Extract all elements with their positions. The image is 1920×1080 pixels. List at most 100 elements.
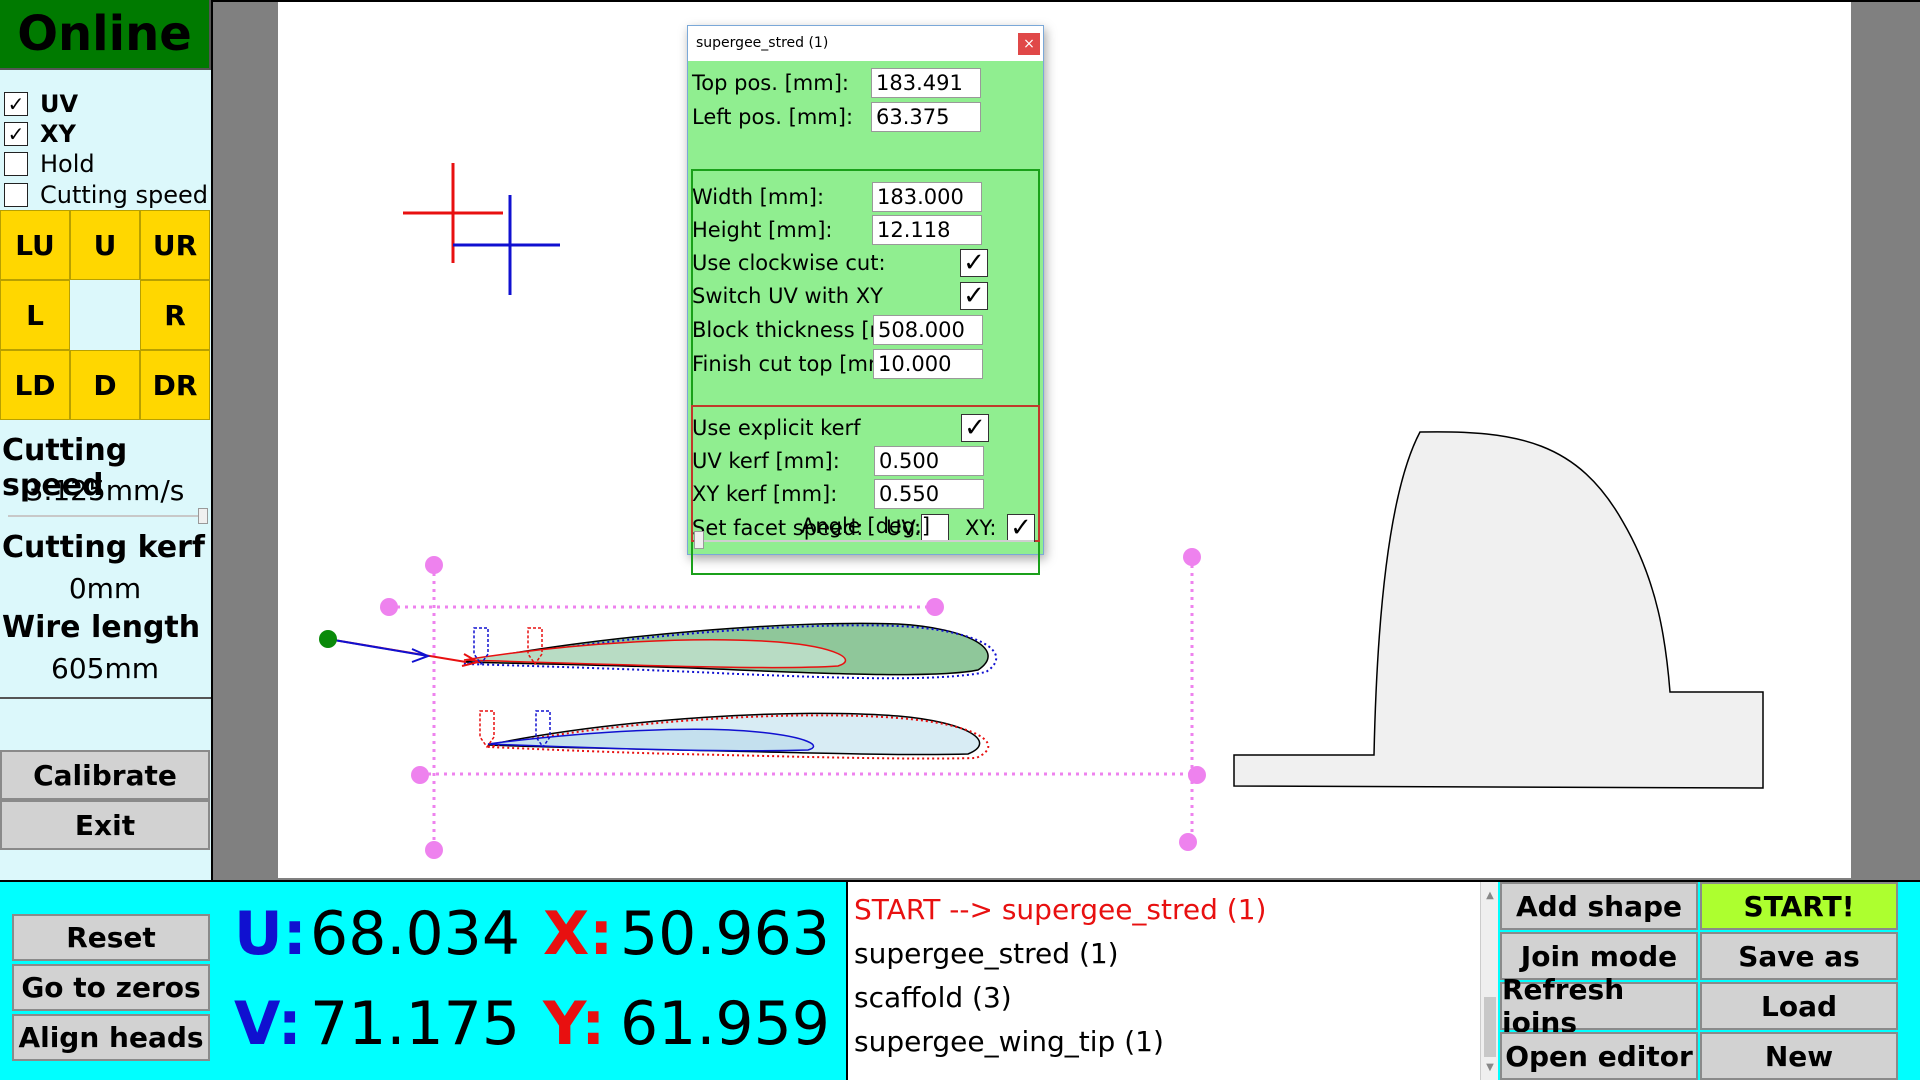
jog-left-up-button[interactable]: LU (0, 210, 70, 280)
uv-toggle-label: UV (40, 90, 79, 118)
entry-markers (473, 627, 551, 749)
cutting-kerf-value: 0mm (68, 572, 142, 605)
list-item[interactable]: scaffold (3) (854, 975, 1474, 1019)
selection-handles[interactable] (380, 548, 1206, 859)
jog-left-button[interactable]: L (0, 280, 70, 350)
u-label: U: (234, 899, 307, 969)
start-button[interactable]: START! (1700, 882, 1898, 930)
jog-right-up-button[interactable]: UR (140, 210, 210, 280)
angle-slider-thumb[interactable] (694, 531, 704, 549)
left-pos-label: Left pos. [mm]: (692, 105, 854, 129)
clockwise-checkbox[interactable]: ✓ (960, 249, 988, 277)
dialog-body: Top pos. [mm]: 183.491 Left pos. [mm]: 6… (688, 61, 1043, 575)
jog-up-button[interactable]: U (70, 210, 140, 280)
cut-sequence-list[interactable]: START --> supergee_stred (1) supergee_st… (848, 880, 1498, 1080)
scaffold-shape[interactable] (1233, 431, 1764, 789)
lead-in-path (327, 638, 481, 667)
position-panel: Reset Go to zeros Align heads U: 68.034 … (0, 880, 848, 1080)
uv-head-marker (403, 163, 503, 263)
go-to-zeros-button[interactable]: Go to zeros (12, 964, 210, 1011)
airfoil-upper[interactable] (463, 622, 998, 680)
jog-right-down-button[interactable]: DR (140, 350, 210, 420)
uv-kerf-label: UV kerf [mm]: (692, 449, 840, 473)
xy-kerf-row: XY kerf [mm]: 0.550 (692, 478, 1038, 510)
speed-slider-thumb[interactable] (198, 508, 208, 524)
width-row: Width [mm]: 183.000 (692, 181, 1038, 213)
align-heads-button[interactable]: Align heads (12, 1014, 210, 1061)
load-button[interactable]: Load (1700, 982, 1898, 1030)
explicit-kerf-row: Use explicit kerf ✓ (692, 412, 1038, 444)
xy-head-marker (453, 195, 560, 295)
uv-checkbox[interactable]: ✓ (4, 92, 28, 116)
finish-cut-top-input[interactable]: 10.000 (873, 349, 983, 379)
top-pos-input[interactable]: 183.491 (871, 68, 981, 98)
cutting-speed-value: 3.125mm/s (25, 474, 185, 507)
speed-slider-track[interactable] (8, 515, 204, 517)
x-label: X: (543, 899, 614, 969)
cutting-kerf-title: Cutting kerf (2, 530, 205, 565)
uv-kerf-row: UV kerf [mm]: 0.500 (692, 445, 1038, 477)
cutting-workspace[interactable] (278, 2, 1851, 878)
cutting-speed-toggle[interactable]: Cutting speed (4, 181, 209, 209)
add-shape-button[interactable]: Add shape (1500, 882, 1698, 930)
xy-checkbox[interactable]: ✓ (4, 122, 28, 146)
selection-box[interactable] (389, 557, 1195, 852)
open-editor-button[interactable]: Open editor (1500, 1032, 1698, 1080)
top-pos-row: Top pos. [mm]: 183.491 (692, 67, 1038, 99)
jog-right-button[interactable]: R (140, 280, 210, 350)
hold-checkbox[interactable] (4, 152, 28, 176)
save-as-button[interactable]: Save as (1700, 932, 1898, 980)
clockwise-row: Use clockwise cut: ✓ (692, 247, 1038, 279)
wire-length-value: 605mm (51, 652, 159, 685)
close-icon[interactable]: × (1018, 33, 1040, 55)
shape-properties-dialog[interactable]: supergee_stred (1) × Top pos. [mm]: 183.… (687, 25, 1044, 575)
v-label: V: (234, 989, 302, 1059)
airfoil-lower[interactable] (487, 712, 990, 760)
y-label: Y: (543, 989, 606, 1059)
new-button[interactable]: New (1700, 1032, 1898, 1080)
x-value: 50.963 (620, 899, 830, 969)
hold-toggle-label: Hold (40, 150, 95, 178)
finish-cut-top-label: Finish cut top [mm]: (692, 352, 904, 376)
xy-kerf-input[interactable]: 0.550 (874, 479, 984, 509)
status-banner: Online (0, 0, 211, 70)
calibrate-button[interactable]: Calibrate (0, 750, 210, 800)
switch-uv-checkbox[interactable]: ✓ (960, 282, 988, 310)
uv-kerf-input[interactable]: 0.500 (874, 446, 984, 476)
left-pos-row: Left pos. [mm]: 63.375 (692, 101, 1038, 133)
refresh-joins-button[interactable]: Refresh joins (1500, 973, 1698, 1039)
angle-slider-track[interactable] (696, 540, 1034, 542)
cutting-speed-checkbox[interactable] (4, 183, 28, 207)
reset-button[interactable]: Reset (12, 914, 210, 961)
jog-left-down-button[interactable]: LD (0, 350, 70, 420)
explicit-kerf-checkbox[interactable]: ✓ (961, 414, 989, 442)
jog-direction-pad: LU U UR L R LD D DR (0, 210, 210, 420)
y-value: 61.959 (620, 989, 830, 1059)
control-panel: Online ✓ UV ✓ XY Hold Cutting speed LU U… (0, 0, 211, 880)
block-thickness-row: Block thickness [mm]: 508.000 (692, 314, 1038, 346)
scroll-up-icon[interactable]: ▲ (1484, 890, 1496, 902)
dialog-title: supergee_stred (1) (688, 26, 1043, 60)
u-value: 68.034 (310, 899, 520, 969)
left-pos-input[interactable]: 63.375 (871, 102, 981, 132)
angle-label: Angle [deg.] (800, 514, 931, 538)
list-scrollbar[interactable]: ▲ ▼ (1480, 882, 1498, 1080)
origin-point[interactable] (319, 630, 337, 648)
scroll-down-icon[interactable]: ▼ (1484, 1062, 1496, 1074)
xy-toggle[interactable]: ✓ XY (4, 120, 209, 148)
height-input[interactable]: 12.118 (872, 215, 982, 245)
exit-button[interactable]: Exit (0, 800, 210, 850)
block-thickness-input[interactable]: 508.000 (873, 315, 983, 345)
uv-toggle[interactable]: ✓ UV (4, 90, 209, 118)
scroll-thumb[interactable] (1484, 997, 1496, 1057)
clockwise-label: Use clockwise cut: (692, 251, 886, 275)
v-value: 71.175 (310, 989, 520, 1059)
list-item[interactable]: supergee_stred (1) (854, 931, 1474, 975)
width-input[interactable]: 183.000 (872, 182, 982, 212)
switch-uv-row: Switch UV with XY ✓ (692, 280, 1038, 312)
list-item[interactable]: supergee_wing_tip (1) (854, 1019, 1474, 1063)
hold-toggle[interactable]: Hold (4, 150, 209, 178)
jog-down-button[interactable]: D (70, 350, 140, 420)
panel-divider (0, 697, 211, 699)
list-item[interactable]: START --> supergee_stred (1) (854, 887, 1474, 931)
